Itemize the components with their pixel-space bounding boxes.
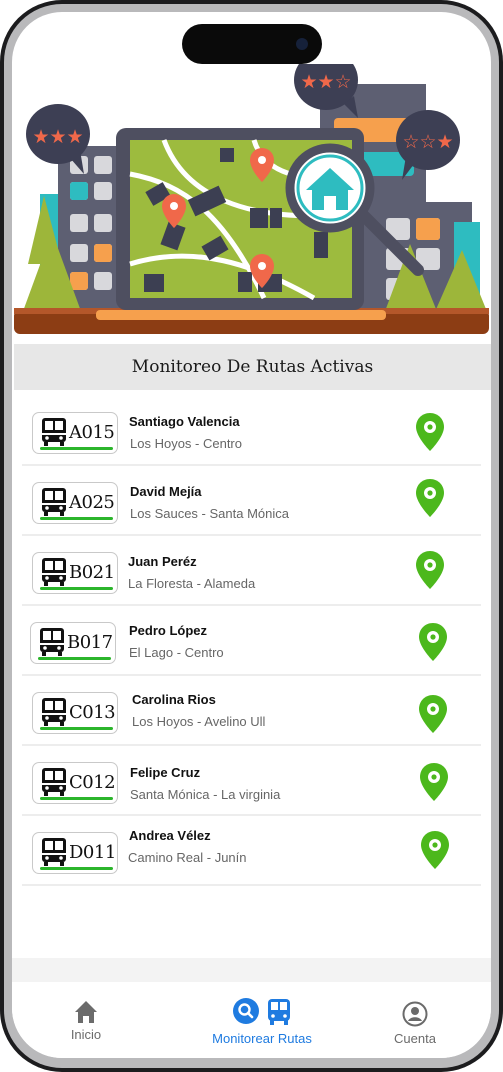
bus-icon bbox=[42, 838, 66, 866]
svg-text:☆☆★: ☆☆★ bbox=[402, 131, 453, 153]
route-path: Los Sauces - Santa Mónica bbox=[130, 506, 289, 521]
route-code-badge: A015 bbox=[32, 412, 118, 454]
svg-text:★★★: ★★★ bbox=[32, 126, 83, 148]
route-code: B021 bbox=[69, 562, 115, 583]
location-pin-icon[interactable] bbox=[418, 622, 448, 662]
camera-icon bbox=[296, 38, 308, 50]
bus-icon bbox=[40, 628, 64, 656]
bus-icon bbox=[42, 768, 66, 796]
location-pin-icon[interactable] bbox=[415, 412, 445, 452]
location-pin-icon[interactable] bbox=[415, 550, 445, 590]
page-title: Monitoreo De Rutas Activas bbox=[14, 344, 491, 390]
svg-text:★★☆: ★★☆ bbox=[300, 71, 351, 93]
driver-name: Carolina Rios bbox=[132, 692, 216, 707]
route-code: D011 bbox=[69, 842, 116, 863]
app-screen: ★★★ ★★☆ ☆☆★ Monitoreo De Rutas Activas A… bbox=[12, 12, 491, 1058]
route-path: El Lago - Centro bbox=[129, 645, 224, 660]
route-path: La Floresta - Alameda bbox=[128, 576, 256, 591]
route-code: C013 bbox=[69, 702, 116, 723]
route-row[interactable]: D011 Andrea Vélez Camino Real - Junín bbox=[22, 816, 481, 886]
route-status-bar bbox=[40, 447, 113, 450]
driver-name: Andrea Vélez bbox=[129, 828, 211, 843]
tab-account[interactable]: Cuenta bbox=[385, 1001, 445, 1046]
location-pin-icon[interactable] bbox=[415, 478, 445, 518]
route-path: Los Hoyos - Avelino Ull bbox=[132, 714, 266, 729]
route-path: Camino Real - Junín bbox=[128, 850, 247, 865]
route-code: B017 bbox=[67, 632, 113, 653]
route-row[interactable]: B021 Juan Peréz La Floresta - Alameda bbox=[22, 536, 481, 606]
route-code-badge: C013 bbox=[32, 692, 118, 734]
route-row[interactable]: A025 David Mejía Los Sauces - Santa Móni… bbox=[22, 466, 481, 536]
bus-icon bbox=[42, 418, 66, 446]
driver-name: Juan Peréz bbox=[128, 554, 197, 569]
route-status-bar bbox=[40, 867, 113, 870]
route-code: C012 bbox=[69, 772, 116, 793]
map-search-illustration: ★★★ ★★☆ ☆☆★ bbox=[14, 64, 489, 334]
route-status-bar bbox=[40, 517, 113, 520]
driver-name: David Mejía bbox=[130, 484, 202, 499]
tab-monitor-icons bbox=[233, 998, 291, 1026]
location-pin-icon[interactable] bbox=[419, 762, 449, 802]
location-pin-icon[interactable] bbox=[420, 830, 450, 870]
route-path: Los Hoyos - Centro bbox=[130, 436, 242, 451]
route-code-badge: A025 bbox=[32, 482, 118, 524]
phone-device: ★★★ ★★☆ ☆☆★ Monitoreo De Rutas Activas A… bbox=[0, 0, 503, 1072]
route-code: A015 bbox=[69, 422, 115, 443]
route-status-bar bbox=[38, 657, 111, 660]
route-status-bar bbox=[40, 587, 113, 590]
route-row[interactable]: C013 Carolina Rios Los Hoyos - Avelino U… bbox=[22, 676, 481, 746]
bus-icon bbox=[42, 698, 66, 726]
bus-icon bbox=[268, 999, 290, 1025]
list-footer-spacer bbox=[12, 958, 491, 982]
route-code-badge: B021 bbox=[32, 552, 118, 594]
route-path: Santa Mónica - La virginia bbox=[130, 787, 281, 802]
route-row[interactable]: B017 Pedro López El Lago - Centro bbox=[22, 606, 481, 676]
tab-home[interactable]: Inicio bbox=[56, 998, 116, 1042]
route-status-bar bbox=[40, 727, 113, 730]
bottom-tab-bar: Inicio Monitorear Rutas Cuenta bbox=[12, 982, 491, 1058]
route-code-badge: D011 bbox=[32, 832, 118, 874]
route-status-bar bbox=[40, 797, 113, 800]
route-code: A025 bbox=[69, 492, 115, 513]
tab-monitor[interactable]: Monitorear Rutas bbox=[192, 998, 332, 1046]
tab-monitor-label: Monitorear Rutas bbox=[212, 1031, 312, 1046]
home-icon bbox=[75, 1001, 97, 1023]
bus-icon bbox=[42, 488, 66, 516]
route-code-badge: B017 bbox=[30, 622, 116, 664]
tab-home-label: Inicio bbox=[70, 1027, 102, 1042]
bus-icon bbox=[42, 558, 66, 586]
driver-name: Pedro López bbox=[129, 623, 208, 638]
driver-name: Felipe Cruz bbox=[130, 765, 201, 780]
driver-name: Santiago Valencia bbox=[129, 414, 240, 429]
route-row[interactable]: C012 Felipe Cruz Santa Mónica - La virgi… bbox=[22, 746, 481, 816]
user-circle-icon bbox=[402, 1001, 428, 1027]
dynamic-island bbox=[182, 24, 322, 64]
location-pin-icon[interactable] bbox=[418, 694, 448, 734]
tab-account-label: Cuenta bbox=[394, 1031, 436, 1046]
route-code-badge: C012 bbox=[32, 762, 118, 804]
search-icon bbox=[233, 998, 259, 1024]
route-row[interactable]: A015 Santiago Valencia Los Hoyos - Centr… bbox=[22, 396, 481, 466]
